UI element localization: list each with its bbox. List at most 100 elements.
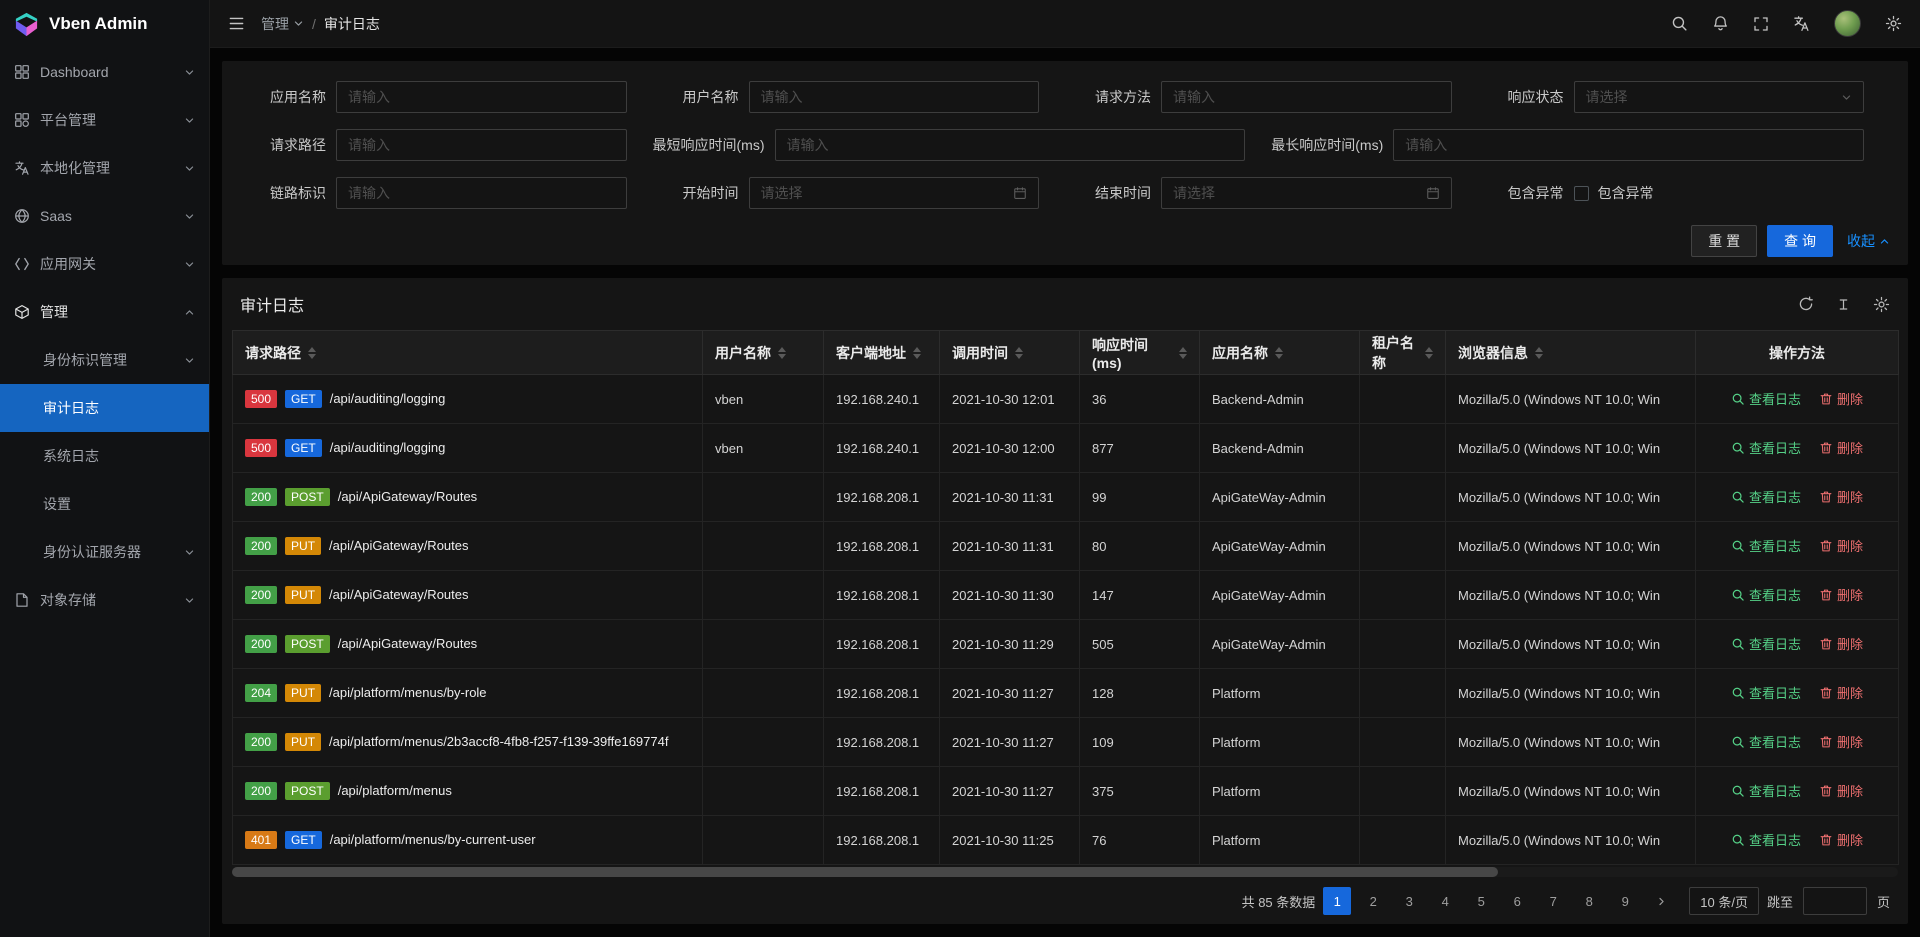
delete-button[interactable]: 删除 [1819, 389, 1863, 408]
page-button-1[interactable]: 1 [1323, 887, 1351, 915]
view-log-button[interactable]: 查看日志 [1731, 438, 1801, 457]
delete-button[interactable]: 删除 [1819, 830, 1863, 849]
column-header-response-time[interactable]: 响应时间(ms) [1080, 331, 1200, 375]
view-log-button[interactable]: 查看日志 [1731, 781, 1801, 800]
sidebar-item-audit-log[interactable]: 审计日志 [0, 384, 209, 432]
trace-id-input-wrap [336, 177, 627, 209]
logo[interactable]: Vben Admin [0, 0, 209, 48]
filter-label-request-method: 请求方法 [1065, 87, 1151, 107]
page-button-8[interactable]: 8 [1575, 887, 1603, 915]
view-log-button[interactable]: 查看日志 [1731, 536, 1801, 555]
cell-call-time: 2021-10-30 11:31 [940, 473, 1080, 522]
page-size-select[interactable]: 10 条/页 [1689, 887, 1759, 915]
next-page-button[interactable] [1647, 887, 1675, 915]
sort-ascend-icon [308, 347, 316, 352]
cell-tenant-name [1360, 473, 1446, 522]
column-settings-icon[interactable] [1873, 296, 1890, 313]
refresh-icon[interactable] [1798, 296, 1814, 312]
cell-call-time: 2021-10-30 12:01 [940, 375, 1080, 424]
trace-id-input[interactable] [348, 185, 615, 201]
column-header-client-address[interactable]: 客户端地址 [824, 331, 940, 375]
column-header-call-time[interactable]: 调用时间 [940, 331, 1080, 375]
sidebar-item-localization[interactable]: 本地化管理 [0, 144, 209, 192]
delete-button[interactable]: 删除 [1819, 438, 1863, 457]
max-response-time-input[interactable] [1405, 137, 1852, 153]
reset-button[interactable]: 重 置 [1691, 225, 1757, 257]
view-log-button[interactable]: 查看日志 [1731, 389, 1801, 408]
page-button-7[interactable]: 7 [1539, 887, 1567, 915]
column-header-user-name[interactable]: 用户名称 [703, 331, 824, 375]
language-translate-icon[interactable] [1793, 15, 1810, 32]
sidebar-item-object-storage[interactable]: 对象存储 [0, 576, 209, 624]
delete-button[interactable]: 删除 [1819, 634, 1863, 653]
end-time-date-picker[interactable]: 请选择 [1161, 177, 1452, 209]
page-button-9[interactable]: 9 [1611, 887, 1639, 915]
collapse-sidebar-button[interactable] [228, 15, 245, 32]
status-badge: 200 [245, 586, 277, 604]
view-icon [1731, 392, 1745, 406]
column-header-app-name[interactable]: 应用名称 [1200, 331, 1360, 375]
collapse-form-link[interactable]: 收起 [1847, 231, 1890, 251]
page-button-5[interactable]: 5 [1467, 887, 1495, 915]
app-name-input[interactable] [348, 89, 615, 105]
request-path-input[interactable] [348, 137, 615, 153]
sort-carets-icon [1535, 347, 1543, 359]
breadcrumb-item-management[interactable]: 管理 [261, 14, 304, 34]
sidebar-item-saas[interactable]: Saas [0, 192, 209, 240]
min-response-time-input[interactable] [787, 137, 1234, 153]
sidebar-item-dashboard[interactable]: Dashboard [0, 48, 209, 96]
start-time-date-picker[interactable]: 请选择 [749, 177, 1040, 209]
sidebar-item-management[interactable]: 管理 [0, 288, 209, 336]
page-button-3[interactable]: 3 [1395, 887, 1423, 915]
view-log-button[interactable]: 查看日志 [1731, 683, 1801, 702]
notifications-bell-icon[interactable] [1712, 15, 1729, 32]
settings-gear-icon[interactable] [1885, 15, 1902, 32]
delete-label: 删除 [1837, 487, 1863, 506]
method-badge: GET [285, 439, 322, 457]
page-button-4[interactable]: 4 [1431, 887, 1459, 915]
delete-button[interactable]: 删除 [1819, 536, 1863, 555]
page-button-2[interactable]: 2 [1359, 887, 1387, 915]
jump-page-input[interactable] [1803, 887, 1867, 915]
sort-carets-icon [1425, 347, 1433, 359]
sidebar-item-identity-management[interactable]: 身份标识管理 [0, 336, 209, 384]
user-avatar[interactable] [1834, 10, 1861, 37]
horizontal-scrollbar-thumb[interactable] [232, 867, 1498, 877]
sidebar-item-system-log[interactable]: 系统日志 [0, 432, 209, 480]
table-row: 200PUT/api/ApiGateway/Routes192.168.208.… [233, 522, 1899, 571]
storage-icon [14, 592, 30, 608]
sidebar-item-identity-server[interactable]: 身份认证服务器 [0, 528, 209, 576]
delete-button[interactable]: 删除 [1819, 585, 1863, 604]
column-header-request-path[interactable]: 请求路径 [233, 331, 703, 375]
sidebar-item-platform[interactable]: 平台管理 [0, 96, 209, 144]
response-status-select[interactable]: 请选择 [1574, 81, 1865, 113]
view-log-button[interactable]: 查看日志 [1731, 830, 1801, 849]
page-button-6[interactable]: 6 [1503, 887, 1531, 915]
include-exception-checkbox[interactable] [1574, 186, 1589, 201]
delete-button[interactable]: 删除 [1819, 781, 1863, 800]
column-header-browser-info[interactable]: 浏览器信息 [1446, 331, 1696, 375]
view-log-button[interactable]: 查看日志 [1731, 732, 1801, 751]
delete-button[interactable]: 删除 [1819, 732, 1863, 751]
delete-label: 删除 [1837, 389, 1863, 408]
user-name-input[interactable] [761, 89, 1028, 105]
view-log-button[interactable]: 查看日志 [1731, 487, 1801, 506]
column-header-tenant-name[interactable]: 租户名称 [1360, 331, 1446, 375]
view-log-button[interactable]: 查看日志 [1731, 585, 1801, 604]
status-badge: 200 [245, 635, 277, 653]
sidebar-item-settings[interactable]: 设置 [0, 480, 209, 528]
cell-response-time: 109 [1080, 718, 1200, 767]
row-height-icon[interactable] [1836, 297, 1851, 312]
sidebar-item-gateway[interactable]: 应用网关 [0, 240, 209, 288]
delete-label: 删除 [1837, 830, 1863, 849]
delete-button[interactable]: 删除 [1819, 683, 1863, 702]
delete-button[interactable]: 删除 [1819, 487, 1863, 506]
delete-label: 删除 [1837, 536, 1863, 555]
request-method-input[interactable] [1173, 89, 1440, 105]
fullscreen-icon[interactable] [1753, 16, 1769, 32]
chevron-down-icon [184, 547, 195, 558]
search-icon[interactable] [1671, 15, 1688, 32]
trash-icon [1819, 637, 1833, 651]
view-log-button[interactable]: 查看日志 [1731, 634, 1801, 653]
query-button[interactable]: 查 询 [1767, 225, 1833, 257]
